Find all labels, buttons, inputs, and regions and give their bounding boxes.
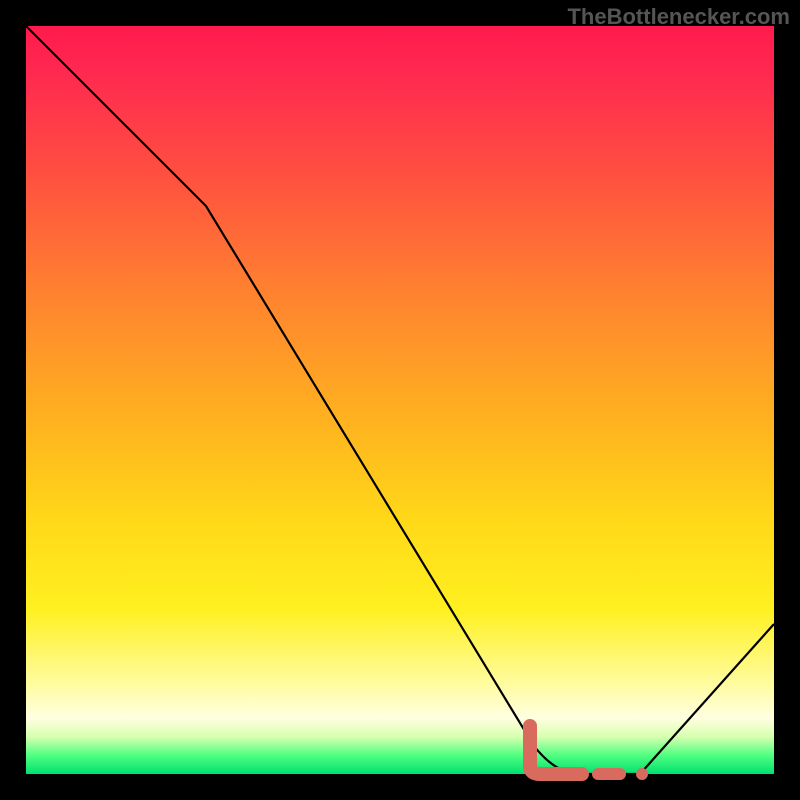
chart-curve-layer [26,26,774,774]
main-curve [26,26,774,774]
watermark-text: TheBottlenecker.com [567,4,790,30]
highlight-dot [636,768,648,780]
chart-plot-area [26,26,774,774]
